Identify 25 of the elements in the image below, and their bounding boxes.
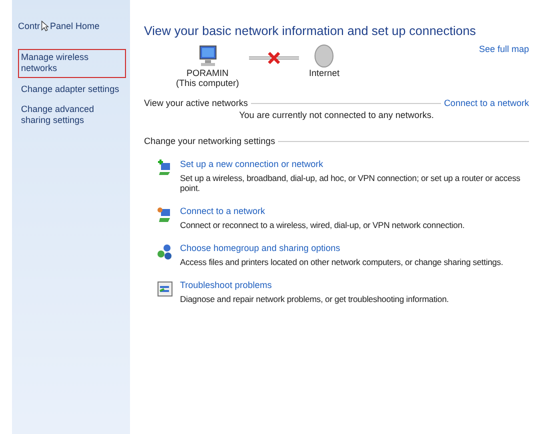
sidebar-link[interactable]: Change adapter settings (18, 80, 126, 98)
section-heading: Change your networking settings (144, 136, 276, 146)
connect-network-link[interactable]: Connect to a network (444, 98, 529, 108)
status-message: You are currently not connected to any networks. (238, 110, 435, 120)
computer-note: (This computer) (176, 78, 240, 88)
mouse-cursor-icon (41, 20, 50, 32)
sidebar-link[interactable]: Change advanced sharing settings (18, 100, 126, 130)
computer-name: PORAMIN (186, 68, 229, 78)
task-link[interactable]: Choose homegroup and sharing options (180, 243, 504, 253)
troubleshoot-icon (156, 280, 174, 298)
task-link[interactable]: Troubleshoot problems (180, 280, 449, 290)
control-panel-home-link[interactable]: Contr Panel Home (18, 20, 126, 32)
see-full-map-link[interactable]: See full map (478, 44, 529, 54)
sidebar-link[interactable]: Manage wireless networks (18, 49, 126, 78)
task-description: Diagnose and repair network problems, or get troubleshooting information. (180, 294, 449, 304)
task-description: Set up a wireless, broadband, dial-up, ad hoc, or VPN connection; or set up a router or access point. (180, 173, 522, 193)
task-description: Connect or reconnect to a wireless, wired, dial-up, or VPN network connection. (180, 220, 465, 230)
task-link[interactable]: Set up a new connection or network (180, 159, 529, 169)
internet-label: Internet (309, 68, 340, 78)
computer-icon (196, 44, 218, 68)
section-heading: View your active networks (144, 98, 248, 108)
task-description: Access files and printers located on other network computers, or change sharing settings. (180, 257, 504, 267)
homegroup-icon (156, 243, 174, 261)
task-link[interactable]: Connect to a network (180, 206, 465, 216)
page-title: View your basic network information and set up connections (144, 24, 477, 38)
